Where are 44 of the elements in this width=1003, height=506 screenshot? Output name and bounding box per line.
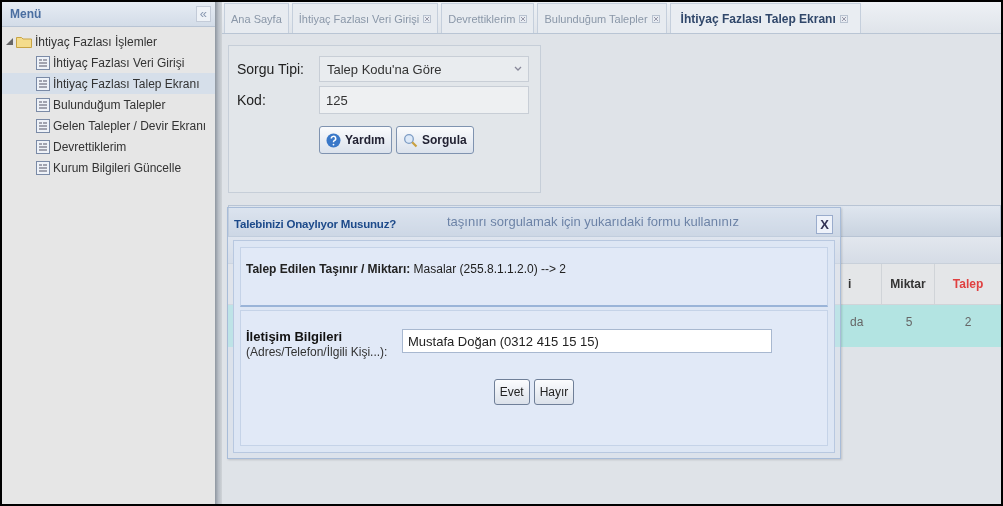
tab[interactable]: İhtiyaç Fazlası Talep Ekranı xyxy=(669,3,861,33)
tree-item[interactable]: İhtiyaç Fazlası İşlemler xyxy=(2,31,215,52)
query-type-dropdown[interactable]: Talep Kodu'na Göre xyxy=(319,56,529,82)
form-button[interactable]: Yardım xyxy=(319,126,393,154)
tree-item[interactable]: Gelen Talepler / Devir Ekranı xyxy=(2,115,215,136)
table-cell-text: 5 xyxy=(904,314,914,331)
code-field[interactable]: 125 xyxy=(319,86,529,114)
dialog-button[interactable]: Evet xyxy=(493,379,530,405)
close-icon[interactable] xyxy=(423,14,432,23)
form-button[interactable]: Sorgula xyxy=(396,126,474,154)
list-page-icon xyxy=(36,76,50,91)
tree-item[interactable]: İhtiyaç Fazlası Talep Ekranı xyxy=(2,73,215,94)
column-header[interactable]: Miktar xyxy=(881,264,934,304)
table-cell-text: da xyxy=(849,314,865,331)
dialog-button[interactable]: Hayır xyxy=(533,379,575,405)
close-icon[interactable] xyxy=(839,14,848,23)
help-icon xyxy=(326,132,341,148)
list-page-icon xyxy=(36,139,50,154)
caret-icon xyxy=(514,66,522,72)
contact-sublabel: (Adres/Telefon/İlgili Kişi...): xyxy=(246,345,388,359)
close-icon[interactable] xyxy=(519,14,528,23)
grid-hint-text: taşınırı sorgulamak için yukarıdaki formu kullanınız xyxy=(447,213,739,229)
close-icon[interactable] xyxy=(651,14,660,23)
list-page-icon xyxy=(36,118,50,133)
contact-label: İletişim Bilgileri xyxy=(246,329,344,344)
tree-item[interactable]: Kurum Bilgileri Güncelle xyxy=(2,157,215,178)
contact-field[interactable]: Mustafa Doğan (0312 415 15 15) xyxy=(402,329,772,353)
search-icon xyxy=(403,132,419,148)
list-page-icon xyxy=(36,97,50,112)
sidebar-title: Menü xyxy=(10,7,42,21)
tree-item[interactable]: Bulunduğum Talepler xyxy=(2,94,215,115)
field-label: Kod: xyxy=(237,92,267,108)
dialog-title: Talebinizi Onaylıyor Musunuz? xyxy=(234,218,397,230)
splitter-bar[interactable] xyxy=(215,2,222,504)
list-page-icon xyxy=(36,55,50,70)
column-header[interactable]: i xyxy=(845,264,881,304)
requested-item-text: Talep Edilen Taşınır / Miktarı: Masalar (255.8.1.1.2.0) --> 2 xyxy=(246,262,566,276)
folder-icon xyxy=(16,35,32,48)
table-cell-text: 2 xyxy=(963,314,973,331)
expand-arrow-icon[interactable] xyxy=(6,38,13,45)
field-label: Sorgu Tipi: xyxy=(237,61,305,77)
tree-item[interactable]: İhtiyaç Fazlası Veri Girişi xyxy=(2,52,215,73)
tree-item[interactable]: Devrettiklerim xyxy=(2,136,215,157)
list-page-icon xyxy=(36,160,50,175)
